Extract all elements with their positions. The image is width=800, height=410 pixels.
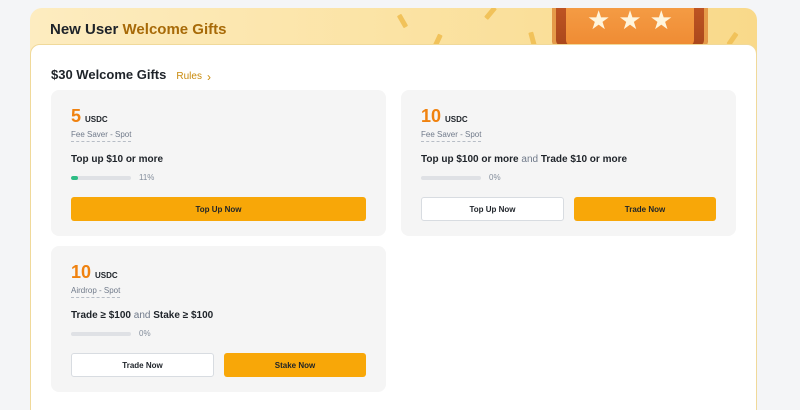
reward-amount-value: 10 [71,262,92,282]
star-icon: ★ [649,8,673,35]
task-join-word: and [521,154,539,165]
top-up-now-button[interactable]: Top Up Now [421,197,564,221]
section-title: $30 Welcome Gifts [51,67,167,82]
star-icon: ★ [618,8,642,35]
reward-amount-value: 10 [421,106,442,126]
progress-bar [71,331,131,336]
rules-link[interactable]: Rules › [176,70,211,84]
trade-now-button[interactable]: Trade Now [574,197,716,221]
stake-now-button[interactable]: Stake Now [224,353,366,377]
welcome-gifts-panel: $30 Welcome Gifts Rules › 5 USDC Fee Sav… [30,44,757,410]
reward-amount-unit: USDC [85,115,108,124]
progress-percent: 0% [489,173,501,182]
progress-bar [71,175,131,180]
reward-type: Fee Saver - Spot [421,130,482,142]
task-join-word: and [133,310,151,321]
banner-title: New User Welcome Gifts [50,21,226,38]
confetti-decoration [484,8,497,20]
reward-amount-unit: USDC [95,271,118,280]
section-header: $30 Welcome Gifts Rules › [51,67,211,84]
banner-title-prefix: New User [50,21,123,38]
reward-amount-value: 5 [71,106,82,126]
rules-label: Rules [176,71,202,82]
task-requirement: Top up $100 or more and Trade $10 or mor… [421,154,627,165]
banner-title-highlight: Welcome Gifts [122,21,227,38]
top-up-now-button[interactable]: Top Up Now [71,197,366,221]
task-text: Trade ≥ $100 [71,310,131,321]
reward-amount: 10 USDC [71,262,118,283]
gift-box-front: ★ ★ ★ [566,8,694,46]
task-progress: 0% [71,329,151,338]
task-text: Stake ≥ $100 [153,310,214,321]
task-requirement: Top up $10 or more [71,154,163,165]
confetti-decoration [396,13,409,29]
task-text: Top up $10 or more [71,154,164,165]
chevron-right-icon: › [206,69,211,84]
task-text: Trade $10 or more [540,154,628,165]
gift-card-top-up-10: 5 USDC Fee Saver - Spot Top up $10 or mo… [51,90,386,236]
progress-percent: 0% [139,329,151,338]
task-progress: 0% [421,173,501,182]
star-icon: ★ [587,8,611,35]
reward-type: Fee Saver - Spot [71,130,132,142]
reward-amount: 5 USDC [71,106,108,127]
reward-type: Airdrop - Spot [71,286,121,298]
reward-amount: 10 USDC [421,106,468,127]
progress-percent: 11% [139,173,155,182]
reward-amount-unit: USDC [445,115,468,124]
task-requirement: Trade ≥ $100 and Stake ≥ $100 [71,310,213,321]
progress-bar-fill [71,175,78,180]
task-text: Top up $100 or more [421,154,519,165]
trade-now-button[interactable]: Trade Now [71,353,214,377]
gift-card-top-up-100-trade-10: 10 USDC Fee Saver - Spot Top up $100 or … [401,90,736,236]
gift-card-trade-stake: 10 USDC Airdrop - Spot Trade ≥ $100 and … [51,246,386,392]
progress-bar [421,175,481,180]
task-progress: 11% [71,173,154,182]
